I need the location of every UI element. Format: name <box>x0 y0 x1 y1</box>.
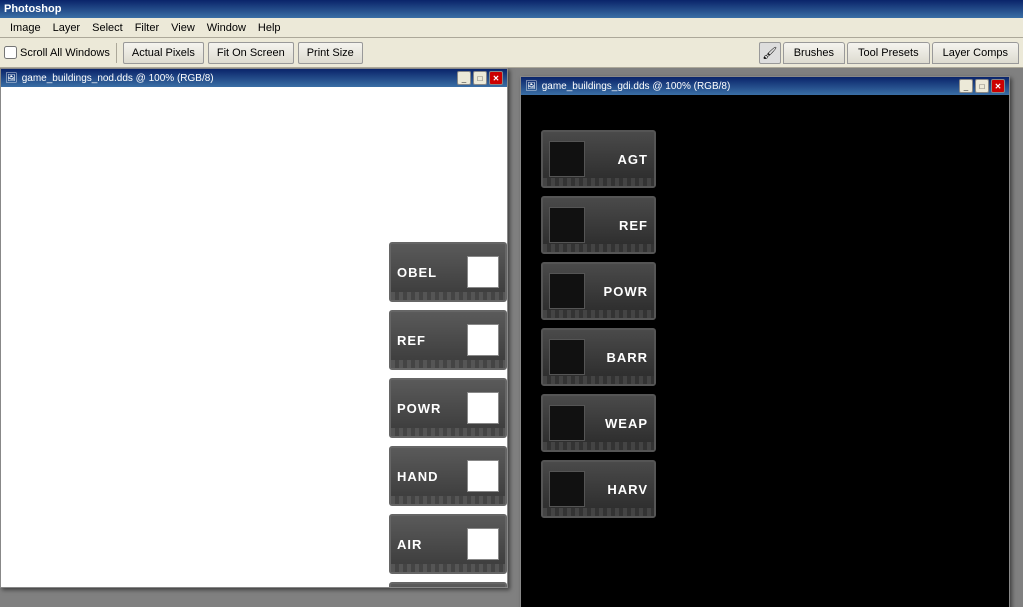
toolbar-right: 🖌 Brushes Tool Presets Layer Comps <box>759 42 1019 64</box>
gdi-minimize-button[interactable]: _ <box>959 79 973 93</box>
gdi-building-barr[interactable]: BARR <box>541 328 656 386</box>
nod-building-harv[interactable]: HARV <box>389 582 507 587</box>
gdi-title: game_buildings_gdi.dds @ 100% (RGB/8) <box>542 81 957 92</box>
gdi-window: 🖼 game_buildings_gdi.dds @ 100% (RGB/8) … <box>520 76 1010 607</box>
gdi-building-weap[interactable]: WEAP <box>541 394 656 452</box>
tool-presets-tab[interactable]: Tool Presets <box>847 42 930 64</box>
scroll-all-windows-label[interactable]: Scroll All Windows <box>4 46 110 59</box>
scroll-all-windows-checkbox[interactable] <box>4 46 17 59</box>
menu-filter[interactable]: Filter <box>129 20 165 36</box>
toolbar: Scroll All Windows Actual Pixels Fit On … <box>0 38 1023 68</box>
nod-ref-label: REF <box>397 333 426 348</box>
nod-window: 🖼 game_buildings_nod.dds @ 100% (RGB/8) … <box>0 68 508 588</box>
gdi-harv-label: HARV <box>607 482 648 497</box>
nod-building-ref[interactable]: REF <box>389 310 507 370</box>
toolbar-sep-1 <box>116 43 117 63</box>
gdi-building-powr[interactable]: POWR <box>541 262 656 320</box>
nod-building-powr[interactable]: POWR <box>389 378 507 438</box>
gdi-icon: 🖼 <box>525 81 538 92</box>
nod-obel-label: OBEL <box>397 265 437 280</box>
gdi-harv-thumb <box>549 471 585 507</box>
menubar: Image Layer Select Filter View Window He… <box>0 18 1023 38</box>
gdi-powr-thumb <box>549 273 585 309</box>
brush-icon: 🖌 <box>759 42 781 64</box>
fit-on-screen-button[interactable]: Fit On Screen <box>208 42 294 64</box>
nod-maximize-button[interactable]: □ <box>473 71 487 85</box>
app-title: Photoshop <box>4 3 61 15</box>
gdi-ref-label: REF <box>619 218 648 233</box>
gdi-weap-label: WEAP <box>605 416 648 431</box>
nod-sprites: OBEL REF POWR HAND <box>389 87 507 587</box>
gdi-barr-label: BARR <box>606 350 648 365</box>
gdi-maximize-button[interactable]: □ <box>975 79 989 93</box>
menu-help[interactable]: Help <box>252 20 287 36</box>
nod-building-obel[interactable]: OBEL <box>389 242 507 302</box>
menu-view[interactable]: View <box>165 20 201 36</box>
nod-powr-label: POWR <box>397 401 441 416</box>
gdi-sprites: AGT REF POWR BARR <box>521 95 656 526</box>
print-size-button[interactable]: Print Size <box>298 42 363 64</box>
nod-icon: 🖼 <box>5 73 18 84</box>
nod-obel-thumb <box>467 256 499 288</box>
menu-window[interactable]: Window <box>201 20 252 36</box>
nod-building-hand[interactable]: HAND <box>389 446 507 506</box>
gdi-barr-thumb <box>549 339 585 375</box>
gdi-ref-thumb <box>549 207 585 243</box>
menu-image[interactable]: Image <box>4 20 47 36</box>
gdi-close-button[interactable]: ✕ <box>991 79 1005 93</box>
workspace: 🖼 game_buildings_nod.dds @ 100% (RGB/8) … <box>0 68 1023 607</box>
actual-pixels-button[interactable]: Actual Pixels <box>123 42 204 64</box>
menu-layer[interactable]: Layer <box>47 20 87 36</box>
gdi-titlebar: 🖼 game_buildings_gdi.dds @ 100% (RGB/8) … <box>521 77 1009 95</box>
gdi-building-harv[interactable]: HARV <box>541 460 656 518</box>
layer-comps-tab[interactable]: Layer Comps <box>932 42 1019 64</box>
scroll-all-windows-text: Scroll All Windows <box>20 47 110 59</box>
gdi-weap-thumb <box>549 405 585 441</box>
menu-select[interactable]: Select <box>86 20 129 36</box>
gdi-canvas: AGT REF POWR BARR <box>521 95 1009 607</box>
gdi-agt-thumb <box>549 141 585 177</box>
nod-title: game_buildings_nod.dds @ 100% (RGB/8) <box>22 73 455 84</box>
nod-hand-label: HAND <box>397 469 439 484</box>
nod-air-label: AIR <box>397 537 422 552</box>
brushes-tab[interactable]: Brushes <box>783 42 845 64</box>
nod-powr-thumb <box>467 392 499 424</box>
app-titlebar: Photoshop <box>0 0 1023 18</box>
nod-hand-thumb <box>467 460 499 492</box>
nod-minimize-button[interactable]: _ <box>457 71 471 85</box>
nod-canvas: OBEL REF POWR HAND <box>1 87 507 587</box>
nod-titlebar: 🖼 game_buildings_nod.dds @ 100% (RGB/8) … <box>1 69 507 87</box>
nod-close-button[interactable]: ✕ <box>489 71 503 85</box>
gdi-agt-label: AGT <box>618 152 648 167</box>
nod-ref-thumb <box>467 324 499 356</box>
gdi-building-ref[interactable]: REF <box>541 196 656 254</box>
gdi-powr-label: POWR <box>604 284 648 299</box>
gdi-building-agt[interactable]: AGT <box>541 130 656 188</box>
nod-building-air[interactable]: AIR <box>389 514 507 574</box>
nod-air-thumb <box>467 528 499 560</box>
